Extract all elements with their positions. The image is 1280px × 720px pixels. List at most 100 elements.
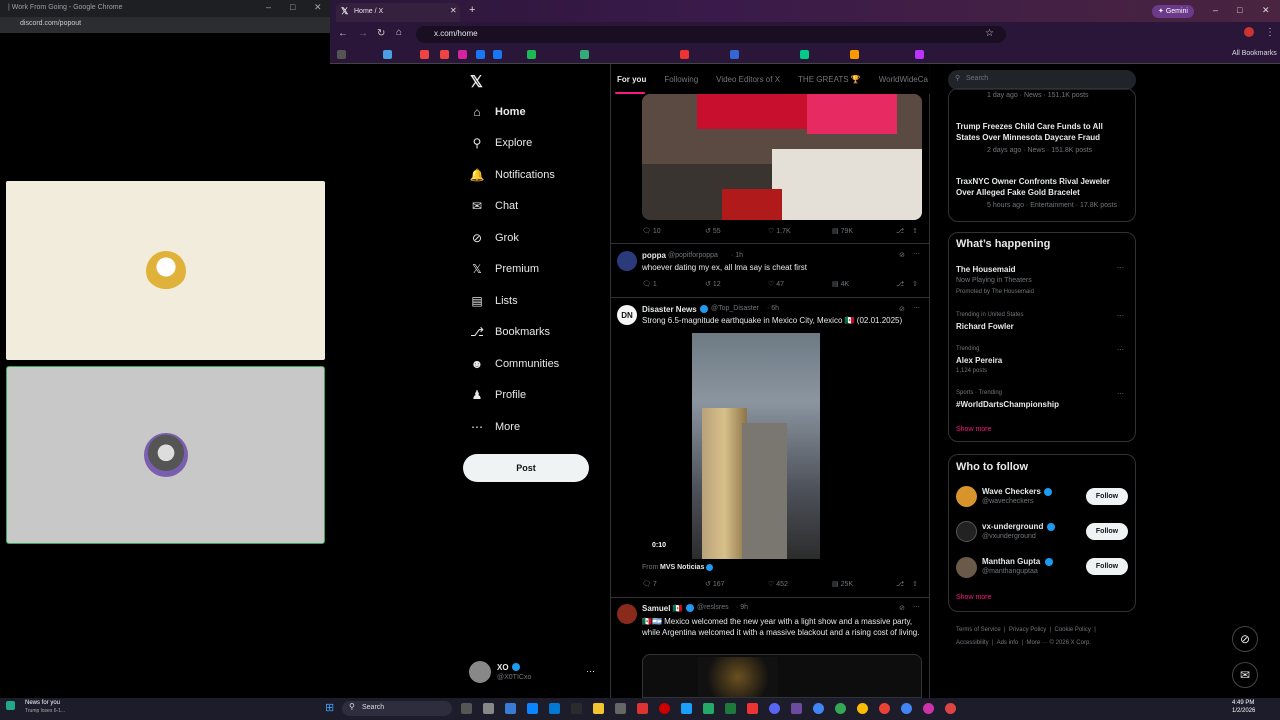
- footer-link[interactable]: Terms of Service: [956, 627, 1001, 633]
- bookmark-icon[interactable]: [458, 50, 467, 59]
- footer-link[interactable]: Ads info: [997, 640, 1019, 646]
- trend-title[interactable]: #WorldDartsChampionship: [956, 400, 1059, 409]
- nav-chat[interactable]: ✉ Chat: [470, 194, 518, 218]
- search-input[interactable]: Search: [948, 70, 1136, 90]
- back-icon[interactable]: ←: [338, 28, 348, 39]
- app-icon[interactable]: [747, 703, 758, 714]
- close-icon[interactable]: ✕: [1262, 5, 1270, 16]
- avatar[interactable]: [469, 661, 491, 683]
- bookmark-icon[interactable]: [730, 50, 739, 59]
- tab-the-greats[interactable]: THE GREATS 🏆: [798, 75, 861, 84]
- chrome-icon[interactable]: [879, 703, 890, 714]
- chrome-icon[interactable]: [813, 703, 824, 714]
- grok-icon[interactable]: ⊘: [899, 305, 905, 313]
- tweet-time[interactable]: · 6h: [767, 305, 779, 312]
- bookmark-icon[interactable]: ⎇: [896, 280, 904, 288]
- tab-following[interactable]: Following: [664, 75, 698, 84]
- bookmark-icon[interactable]: [850, 50, 859, 59]
- tweet-handle[interactable]: @reslsres: [697, 604, 729, 611]
- grok-icon[interactable]: ⊘: [899, 251, 905, 259]
- bookmark-icon[interactable]: [580, 50, 589, 59]
- taskview-icon[interactable]: [461, 703, 472, 714]
- footer-link[interactable]: Privacy Policy: [1009, 627, 1046, 633]
- nav-profile[interactable]: ♟ Profile: [470, 383, 527, 407]
- tweet-media-image[interactable]: [642, 654, 922, 698]
- forward-icon[interactable]: →: [358, 28, 368, 39]
- app-icon[interactable]: [725, 703, 736, 714]
- tab-video-editors[interactable]: Video Editors of X: [716, 75, 780, 84]
- chrome-icon[interactable]: [857, 703, 868, 714]
- discord-icon[interactable]: [769, 703, 780, 714]
- nav-communities[interactable]: ☻ Communities: [470, 352, 560, 376]
- app-icon[interactable]: [571, 703, 582, 714]
- more-icon[interactable]: ⋯: [913, 304, 920, 312]
- tweet-time[interactable]: · 9h: [736, 604, 748, 611]
- address-bar[interactable]: x.com/home: [416, 26, 1006, 43]
- close-icon[interactable]: ✕: [314, 2, 322, 13]
- grok-icon[interactable]: ⊘: [899, 604, 905, 612]
- more-icon[interactable]: ⋯: [1117, 346, 1124, 354]
- app-icon[interactable]: [637, 703, 648, 714]
- reply-count[interactable]: 🗨 7: [642, 580, 657, 588]
- chrome-icon[interactable]: [945, 703, 956, 714]
- follow-button[interactable]: Follow: [1086, 523, 1128, 540]
- repost-count[interactable]: ↺ 12: [705, 280, 721, 288]
- bookmark-icon[interactable]: [915, 50, 924, 59]
- app-icon[interactable]: [505, 703, 516, 714]
- app-icon[interactable]: [549, 703, 560, 714]
- trend-title[interactable]: Richard Fowler: [956, 322, 1014, 331]
- clock-time[interactable]: 4:49 PM: [1232, 700, 1254, 706]
- menu-icon[interactable]: ⋮: [1265, 27, 1275, 38]
- bookmark-icon[interactable]: [420, 50, 429, 59]
- tweet-handle[interactable]: @popitforpoppa: [668, 252, 718, 259]
- bookmark-icon[interactable]: [476, 50, 485, 59]
- app-icon[interactable]: [703, 703, 714, 714]
- tweet-author[interactable]: Samuel 🇲🇽: [642, 604, 683, 613]
- like-count[interactable]: ♡ 452: [768, 580, 788, 588]
- footer-link[interactable]: More ···: [1027, 640, 1048, 646]
- view-count[interactable]: ▤ 25K: [832, 580, 853, 588]
- chrome-icon[interactable]: [835, 703, 846, 714]
- all-bookmarks[interactable]: All Bookmarks: [1232, 50, 1277, 57]
- tweet-time[interactable]: · 1h: [731, 252, 743, 259]
- nav-bookmarks[interactable]: ⎇ Bookmarks: [470, 320, 550, 344]
- bookmark-icon[interactable]: ⎇: [896, 227, 904, 235]
- more-icon[interactable]: ⋯: [913, 250, 920, 258]
- reply-count[interactable]: 🗨 10: [642, 227, 661, 235]
- bookmark-icon[interactable]: [527, 50, 536, 59]
- bookmark-icon[interactable]: [680, 50, 689, 59]
- new-tab-icon[interactable]: +: [469, 4, 475, 16]
- more-icon[interactable]: ⋯: [1117, 312, 1124, 320]
- nav-notifications[interactable]: 🔔 Notifications: [470, 163, 555, 187]
- clock-date[interactable]: 1/2/2026: [1232, 708, 1255, 714]
- avatar[interactable]: [617, 604, 637, 624]
- reply-count[interactable]: 🗨 1: [642, 280, 657, 288]
- app-icon[interactable]: [791, 703, 802, 714]
- maximize-icon[interactable]: □: [290, 2, 295, 12]
- folder-icon[interactable]: [593, 703, 604, 714]
- repost-count[interactable]: ↺ 167: [705, 580, 725, 588]
- chrome-icon[interactable]: [901, 703, 912, 714]
- video-tile-user-2[interactable]: [6, 366, 325, 544]
- bookmark-icon[interactable]: [493, 50, 502, 59]
- star-icon[interactable]: ☆: [985, 28, 994, 39]
- tab-worldwideca[interactable]: WorldWideCa: [879, 75, 928, 84]
- repost-count[interactable]: ↺ 55: [705, 227, 721, 235]
- tweet-author[interactable]: Disaster News: [642, 305, 697, 314]
- record-icon[interactable]: [659, 703, 670, 714]
- like-count[interactable]: ♡ 47: [768, 280, 784, 288]
- edge-icon[interactable]: [527, 703, 538, 714]
- reload-icon[interactable]: ↻: [377, 28, 385, 39]
- video-tile-user-1[interactable]: [6, 181, 325, 360]
- chrome-icon[interactable]: [923, 703, 934, 714]
- bookmark-icon[interactable]: [800, 50, 809, 59]
- tweet-handle[interactable]: @Top_Disaster: [711, 305, 759, 312]
- news-title[interactable]: News for you: [25, 700, 60, 706]
- from-source[interactable]: MVS Noticias: [660, 564, 704, 571]
- news-title[interactable]: Trump Freezes Child Care Funds to All St…: [956, 121, 1126, 143]
- tab-for-you[interactable]: For you: [617, 75, 646, 84]
- grok-float-button[interactable]: ⊘: [1232, 626, 1258, 652]
- view-count[interactable]: ▤ 79K: [832, 227, 853, 235]
- share-icon[interactable]: ⇧: [912, 580, 918, 588]
- follow-name[interactable]: Wave Checkers: [982, 487, 1041, 496]
